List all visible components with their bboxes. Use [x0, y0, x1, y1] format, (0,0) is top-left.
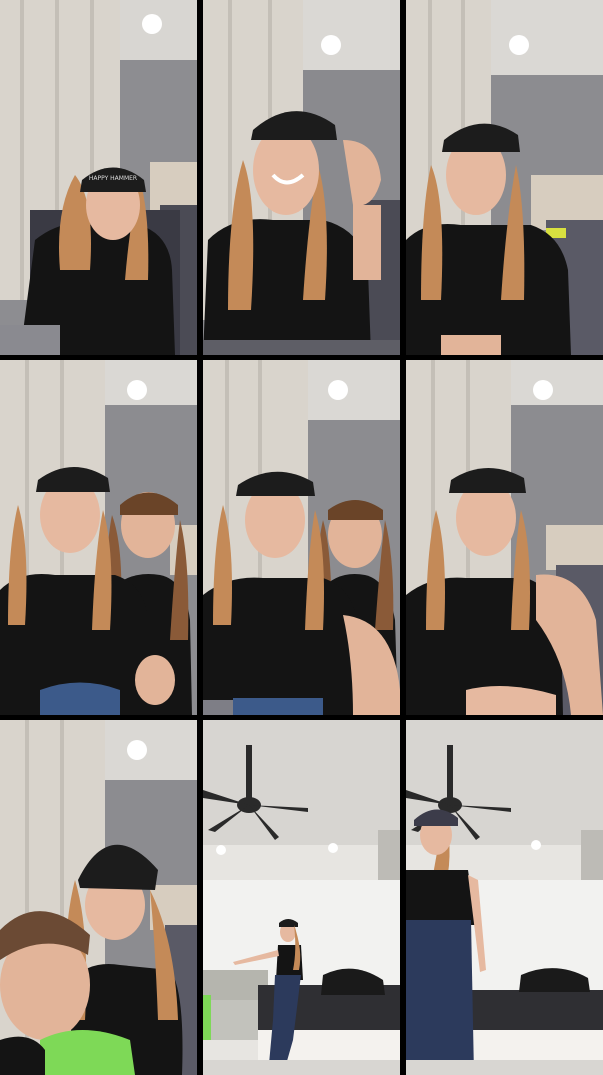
photo-frame-3 — [406, 0, 603, 355]
photo-frame-9 — [406, 720, 603, 1075]
photo-frame-7 — [0, 720, 197, 1075]
photo-frame-2 — [203, 0, 400, 355]
photo-frame-6 — [406, 360, 603, 715]
photo-collage-grid: HAPPY HAMMER — [0, 0, 603, 1075]
photo-frame-4 — [0, 360, 197, 715]
photo-frame-8 — [203, 720, 400, 1075]
photo-frame-5 — [203, 360, 400, 715]
photo-frame-1: HAPPY HAMMER — [0, 0, 197, 355]
cap-logo-text: HAPPY HAMMER — [89, 175, 137, 182]
